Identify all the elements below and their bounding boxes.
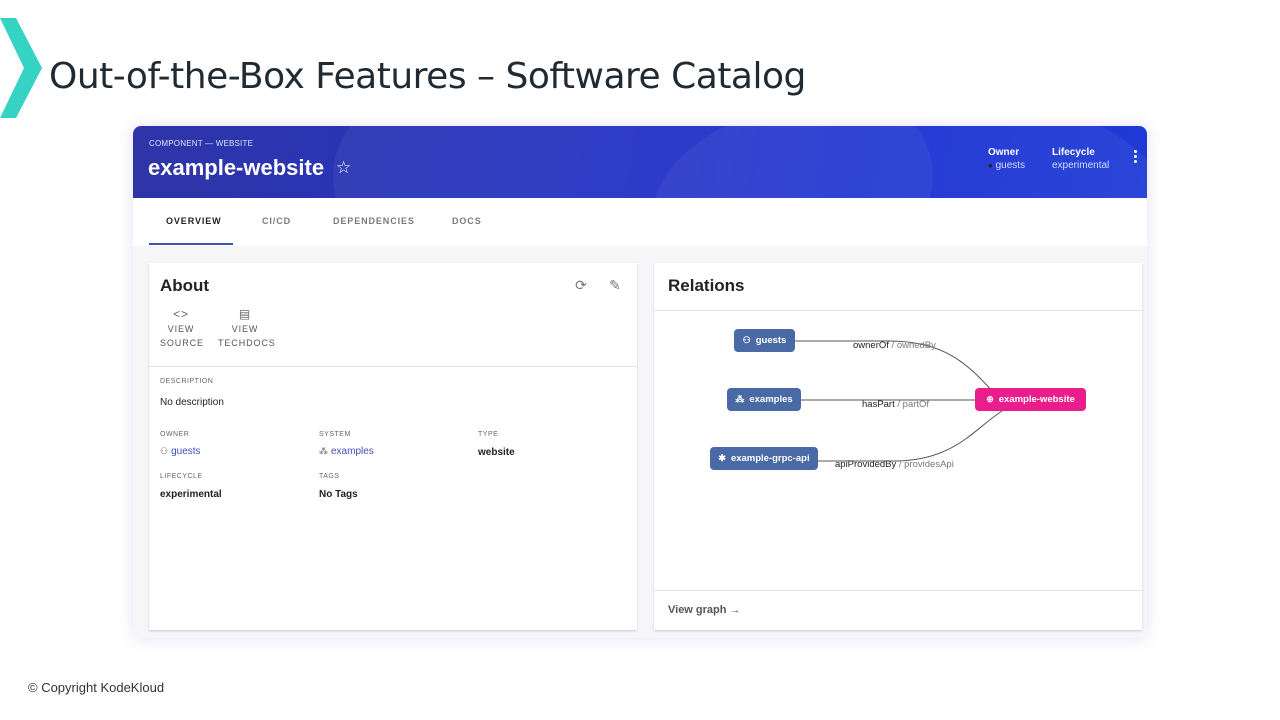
divider [149, 366, 637, 367]
backstage-entity-page: COMPONENT — WEBSITE example-website ☆ Ow… [133, 126, 1147, 638]
view-graph-text: View graph [668, 604, 727, 616]
node-guests-label: guests [755, 335, 787, 346]
active-tab-indicator [149, 243, 233, 245]
relations-card: Relations ⚇ guests ⁂ examples ✱ example-grp… [654, 263, 1142, 630]
description-icon: ▤ [238, 307, 252, 321]
copyright-text: © Copyright KodeKloud [28, 680, 165, 695]
lifecycle-value: experimental [160, 489, 222, 500]
about-title: About [160, 276, 210, 295]
group-icon: ⚇ [160, 446, 169, 456]
tags-label: TAGS [319, 473, 340, 480]
system-icon: ⁂ [319, 446, 328, 456]
owner-header-value[interactable]: ● guests [988, 160, 1025, 171]
arrow-right-icon: → [729, 604, 741, 616]
entity-kind-label: COMPONENT — WEBSITE [149, 139, 254, 148]
owner-link[interactable]: ⚇ guests [160, 446, 201, 457]
edge-label-owner: ownerOf / ownedBy [853, 340, 936, 351]
view-source-line2: SOURCE [160, 338, 204, 348]
tab-docs[interactable]: DOCS [452, 216, 482, 226]
node-example-website[interactable]: ⊕ example-website [975, 388, 1086, 411]
slide-title: Out-of-the-Box Features – Software Catal… [49, 56, 806, 97]
owner-link-text: guests [171, 446, 201, 457]
tags-value: No Tags [319, 489, 358, 500]
system-label: SYSTEM [319, 431, 351, 438]
kodekloud-logo-icon [0, 18, 42, 118]
entity-header: COMPONENT — WEBSITE example-website ☆ Ow… [133, 126, 1147, 198]
edge-label-owner-main: ownerOf [853, 340, 889, 351]
node-example-grpc-api[interactable]: ✱ example-grpc-api [710, 447, 818, 470]
edge-label-api: apiProvidedBy / providesApi [835, 459, 954, 470]
tab-cicd[interactable]: CI/CD [262, 216, 291, 226]
edit-icon[interactable]: ✎ [607, 277, 623, 293]
system-link[interactable]: ⁂ examples [319, 446, 374, 457]
web-icon: ⊕ [986, 394, 994, 404]
node-examples-label: examples [749, 394, 793, 405]
view-techdocs-line2: TECHDOCS [218, 338, 276, 348]
view-techdocs-line1: VIEW [231, 324, 259, 334]
description-value: No description [160, 397, 224, 408]
edge-label-part: hasPart / partOf [862, 399, 929, 410]
owner-header-text: guests [995, 160, 1026, 171]
header-owner: Owner ● guests [988, 147, 1025, 171]
tab-overview[interactable]: OVERVIEW [166, 216, 222, 226]
edge-label-part-inverse: / partOf [894, 399, 930, 410]
view-techdocs-button[interactable]: ▤ VIEW TECHDOCS [218, 306, 275, 350]
about-card: About ⟳ ✎ <> VIEW SOURCE ▤ VIEW TECHDOCS… [149, 263, 637, 630]
lifecycle-header-value: experimental [1052, 160, 1110, 171]
slide: Out-of-the-Box Features – Software Catal… [0, 0, 1280, 720]
edge-label-owner-inverse: / ownedBy [888, 340, 936, 351]
type-label: TYPE [478, 431, 499, 438]
edge-label-api-main: apiProvidedBy [835, 459, 897, 470]
more-vert-icon[interactable] [1131, 150, 1139, 166]
view-graph-link[interactable]: View graph → [668, 604, 741, 616]
edge-label-api-inverse: / providesApi [896, 459, 954, 470]
node-examples[interactable]: ⁂ examples [727, 388, 801, 411]
view-source-button[interactable]: <> VIEW SOURCE [160, 306, 204, 350]
lifecycle-label: LIFECYCLE [160, 473, 203, 480]
refresh-icon[interactable]: ⟳ [573, 277, 589, 293]
relations-title: Relations [668, 276, 745, 295]
owner-header-label: Owner [988, 147, 1020, 158]
entity-title: example-website [148, 155, 325, 180]
star-icon[interactable]: ☆ [336, 158, 351, 178]
header-lifecycle: Lifecycle experimental [1052, 147, 1109, 171]
system-link-text: examples [331, 446, 374, 457]
type-value: website [478, 447, 515, 458]
system-icon: ⁂ [735, 394, 745, 404]
code-icon: <> [173, 307, 189, 321]
group-icon: ⚇ [742, 335, 751, 345]
edge-label-part-main: hasPart [862, 399, 895, 410]
owner-label: OWNER [160, 431, 190, 438]
lifecycle-header-label: Lifecycle [1052, 147, 1095, 158]
tabs-bar: OVERVIEW CI/CD DEPENDENCIES DOCS [133, 198, 1147, 246]
tab-dependencies[interactable]: DEPENDENCIES [333, 216, 415, 226]
edge-api [818, 410, 1003, 462]
extension-icon: ✱ [718, 453, 726, 463]
description-label: DESCRIPTION [160, 378, 214, 385]
divider [654, 590, 1142, 591]
relations-graph: ⚇ guests ⁂ examples ✱ example-grpc-api ⊕ exa… [654, 311, 1142, 590]
user-icon: ● [988, 161, 993, 170]
view-source-line1: VIEW [167, 324, 195, 334]
node-website-label: example-website [998, 394, 1075, 405]
node-api-label: example-grpc-api [730, 453, 810, 464]
node-guests[interactable]: ⚇ guests [734, 329, 795, 352]
